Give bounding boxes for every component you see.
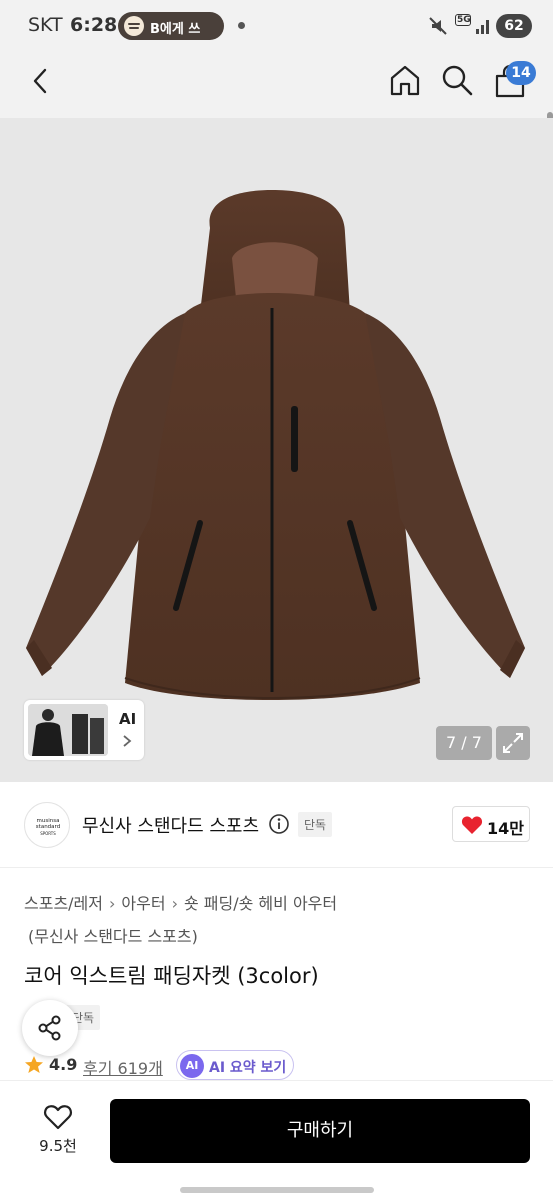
cart-count-badge: 14 [506,61,536,85]
back-icon[interactable] [26,66,56,96]
ai-fitting-thumbnail[interactable]: AI [24,700,144,760]
chevron-right-icon [123,735,132,747]
chevron-right-icon: › [171,894,178,913]
product-image [26,190,525,700]
media-notification-label: B에게 쓰 [150,22,201,37]
status-time: 6:28 [70,14,118,36]
breadcrumb-item[interactable]: 스포츠/레저 [24,894,103,913]
expand-icon [503,733,523,753]
mute-icon [429,17,447,35]
brand-like-count: 14만 [487,819,524,838]
ai-icon: AI [180,1054,204,1078]
brand-like-button[interactable]: 14만 [452,806,530,842]
buy-button[interactable]: 구매하기 [110,1099,530,1163]
ai-thumbnail-label: AI [119,710,137,728]
brand-name-link[interactable]: 무신사 스탠다드 스포츠 [82,812,259,838]
top-navigation: 14 [0,52,553,168]
home-icon[interactable] [388,63,422,97]
breadcrumb: 스포츠/레저 › 아우터 › 숏 패딩/숏 헤비 아우터 [24,890,337,914]
brand-logo-line3: SPORTS [40,831,56,836]
breadcrumb-brand[interactable]: (무신사 스탠다드 스포츠) [28,923,198,947]
home-indicator[interactable] [180,1187,374,1193]
model-thumbnail-image [28,704,108,756]
brand-logo-line2: standard [35,824,61,830]
brand-row: musinsa standard SPORTS 무신사 스탠다드 스포츠 단독 … [0,782,553,868]
star-icon [25,1056,43,1073]
wishlist-count: 9.5천 [39,1137,77,1155]
notification-dot-icon [238,22,245,29]
chevron-right-icon: › [109,894,116,913]
media-notification-pill[interactable]: B에게 쓰 [118,12,224,40]
breadcrumb-item[interactable]: 숏 패딩/숏 헤비 아우터 [184,894,337,913]
expand-image-button[interactable] [496,726,530,760]
brand-logo[interactable]: musinsa standard SPORTS [24,802,70,848]
ai-summary-button[interactable]: AI AI 요약 보기 [176,1050,294,1080]
wishlist-button[interactable]: 9.5천 [22,1099,94,1159]
heart-filled-icon [461,816,483,834]
rating-row: 4.9 후기 619개 AI AI 요약 보기 [24,1050,324,1080]
rating-value: 4.9 [49,1055,78,1074]
product-title: 코어 익스트림 패딩자켓 (3color) [24,964,319,988]
breadcrumb-item[interactable]: 아우터 [121,894,165,913]
search-icon[interactable] [440,63,474,97]
signal-icon [476,20,489,34]
status-bar: SKT 6:28 B에게 쓰 5G 62 [0,0,553,52]
reviews-link[interactable]: 후기 619개 [83,1055,163,1079]
share-icon [38,1015,61,1041]
product-image-gallery[interactable]: AI 7 / 7 [0,118,553,782]
image-pager: 7 / 7 [436,726,492,760]
spotify-icon [124,16,144,36]
model-thumbnail-figure [28,704,108,756]
ai-summary-label: AI 요약 보기 [209,1060,287,1076]
share-button[interactable] [22,1000,78,1056]
battery-indicator: 62 [496,14,532,38]
exclusive-badge: 단독 [298,812,333,837]
heart-outline-icon [44,1105,72,1130]
bottom-action-bar: 9.5천 구매하기 [0,1080,553,1200]
info-icon[interactable] [268,813,290,835]
network-type-badge: 5G [455,14,471,26]
carrier-label: SKT [28,14,63,36]
